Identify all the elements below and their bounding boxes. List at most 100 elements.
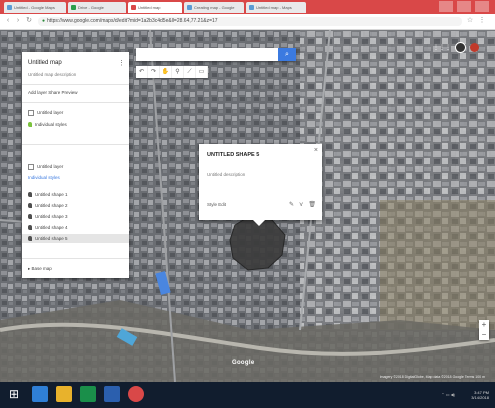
zoom-out-button[interactable]: −: [479, 330, 489, 340]
windows-start-icon[interactable]: ⊞: [6, 386, 22, 402]
apps-grid-icon[interactable]: ⋮⋮⋮: [433, 44, 451, 51]
tab-favicon: [71, 5, 76, 10]
filter-icon[interactable]: ⋎: [299, 201, 303, 208]
layer-name: Untitled layer: [37, 164, 64, 170]
map-search-box: ⌕: [136, 48, 296, 67]
divider: [22, 102, 129, 103]
shape-icon: [28, 203, 32, 209]
layer-name: Untitled layer: [37, 110, 64, 116]
store-icon[interactable]: [80, 386, 96, 402]
hand-icon[interactable]: ✋: [160, 66, 172, 78]
redo-icon[interactable]: ↷: [148, 66, 160, 78]
popup-description[interactable]: Untitled description: [207, 172, 245, 177]
edge-icon[interactable]: [32, 386, 48, 402]
map-title[interactable]: Untitled map: [28, 60, 62, 66]
list-item[interactable]: Untitled shape 4: [28, 225, 68, 231]
list-item-label: Untitled shape 3: [35, 214, 68, 219]
popup-actions: ✎ ⋎ 🗑: [289, 201, 316, 208]
layer-2-style-link[interactable]: Individual styles: [28, 175, 60, 180]
layer-pin-icon: [28, 122, 32, 128]
windows-taskbar: ⊞ ⌃ ▭ ◀) 3:47 PM 3/14/2018: [0, 382, 495, 408]
divider: [22, 84, 129, 85]
list-item[interactable]: Untitled shape 1: [28, 192, 68, 198]
forward-icon[interactable]: ›: [14, 17, 22, 25]
search-input[interactable]: [136, 53, 276, 67]
search-icon[interactable]: ⌕: [278, 48, 296, 61]
shape-icon: [28, 214, 32, 220]
file-explorer-icon[interactable]: [56, 386, 72, 402]
list-item-label: Untitled shape 4: [35, 225, 68, 230]
bookmark-star-icon[interactable]: ☆: [466, 17, 474, 25]
layer-1-style[interactable]: Individual styles: [28, 122, 67, 128]
list-item-label: Untitled shape 2: [35, 203, 68, 208]
layer-1-header[interactable]: Untitled layer: [28, 110, 63, 116]
layer-checkbox[interactable]: [28, 110, 34, 116]
feature-info-popup: UNTITLED SHAPE 5 × Untitled description …: [199, 144, 322, 226]
url-text: https://www.google.com/maps/d/edit?mid=1…: [47, 18, 218, 24]
word-icon[interactable]: [104, 386, 120, 402]
base-map-label: Base map: [31, 266, 52, 271]
clock-date: 3/14/2018: [471, 395, 489, 400]
tab-label: Untitled - Google Maps: [14, 5, 55, 10]
tab-label: Creating map - Google: [194, 5, 235, 10]
layer-checkbox[interactable]: [28, 164, 34, 170]
tab-label: Drive - Google: [78, 5, 104, 10]
map-attribution: Imagery ©2018 DigitalGlobe, Map data ©20…: [379, 375, 485, 379]
tab-favicon: [187, 5, 192, 10]
undo-icon[interactable]: ↶: [136, 66, 148, 78]
browser-tab-1[interactable]: Untitled - Google Maps: [4, 2, 66, 13]
system-tray-icons[interactable]: ⌃ ▭ ◀): [441, 392, 455, 397]
drawing-toolbar: ↶ ↷ ✋ ⚲ ⟋ ▭: [136, 66, 208, 78]
clock[interactable]: 3:47 PM 3/14/2018: [471, 390, 489, 400]
popup-title[interactable]: UNTITLED SHAPE 5: [207, 152, 259, 158]
avatar[interactable]: [455, 42, 466, 53]
address-bar-row: ‹ › ↻ ● https://www.google.com/maps/d/edi…: [0, 14, 495, 30]
tab-label: Untitled map - Maps: [256, 5, 292, 10]
map-description[interactable]: Untitled map description: [28, 72, 76, 77]
list-item[interactable]: Untitled shape 2: [28, 203, 68, 209]
edit-pencil-icon[interactable]: ✎: [289, 201, 294, 208]
base-map-toggle[interactable]: ▸ Base map: [28, 266, 52, 272]
back-icon[interactable]: ‹: [4, 17, 12, 25]
browser-tab-strip: Untitled - Google Maps Drive - Google Un…: [0, 0, 495, 14]
close-window-button[interactable]: [475, 1, 489, 12]
list-item-label: Untitled shape 1: [35, 192, 68, 197]
window-controls: [439, 1, 489, 12]
divider: [22, 144, 129, 145]
browser-tab-4[interactable]: Creating map - Google: [184, 2, 244, 13]
reload-icon[interactable]: ↻: [25, 17, 33, 25]
shape-icon: [28, 236, 32, 242]
address-bar[interactable]: ● https://www.google.com/maps/d/edit?mid=…: [38, 17, 462, 26]
google-logo: Google: [232, 360, 255, 366]
account-controls: ⋮⋮⋮: [433, 42, 479, 53]
zoom-in-button[interactable]: +: [479, 320, 489, 330]
list-item[interactable]: Untitled shape 3: [28, 214, 68, 220]
panel-menu-icon[interactable]: ⋮: [118, 59, 125, 67]
zoom-controls: + −: [479, 320, 489, 340]
popup-style-link[interactable]: Style Edit: [207, 202, 226, 207]
browser-menu-icon[interactable]: ⋮: [478, 17, 486, 25]
marker-icon[interactable]: ⚲: [172, 66, 184, 78]
layer-style-label: Individual styles: [35, 122, 67, 127]
tab-favicon: [131, 5, 136, 10]
browser-tab-5[interactable]: Untitled map - Maps: [246, 2, 306, 13]
layer-2-header[interactable]: Untitled layer: [28, 164, 63, 170]
shape-icon: [28, 192, 32, 198]
tab-favicon: [7, 5, 12, 10]
lock-icon: ●: [42, 18, 46, 24]
account-avatar[interactable]: [470, 43, 479, 52]
close-icon[interactable]: ×: [314, 147, 318, 154]
tab-favicon: [249, 5, 254, 10]
browser-tab-3-active[interactable]: Untitled map: [128, 2, 182, 13]
divider: [22, 258, 129, 259]
chrome-icon[interactable]: [128, 386, 144, 402]
delete-icon[interactable]: 🗑: [308, 201, 316, 208]
panel-actions[interactable]: Add layer Share Preview: [28, 90, 78, 95]
tab-label: Untitled map: [138, 5, 161, 10]
minimize-button[interactable]: [439, 1, 453, 12]
ruler-icon[interactable]: ▭: [196, 66, 208, 78]
list-item-selected[interactable]: Untitled shape 5: [28, 236, 68, 242]
maximize-button[interactable]: [457, 1, 471, 12]
browser-tab-2[interactable]: Drive - Google: [68, 2, 126, 13]
line-icon[interactable]: ⟋: [184, 66, 196, 78]
